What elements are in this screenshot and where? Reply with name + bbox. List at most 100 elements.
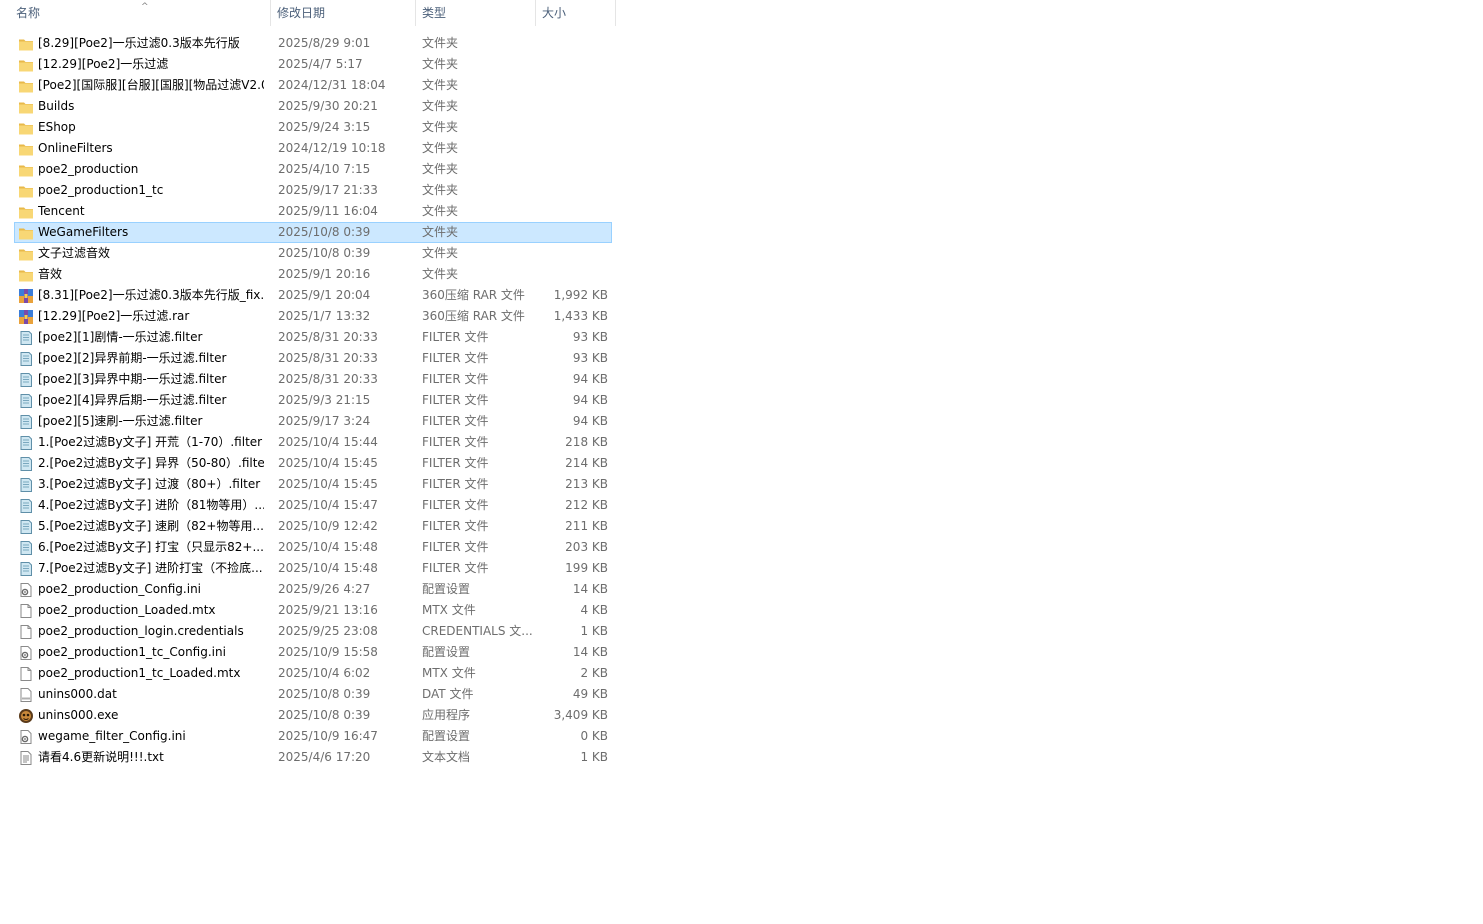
column-header-size-label: 大小 bbox=[542, 6, 567, 20]
file-row[interactable]: poe2_production_Loaded.mtx 2025/9/21 13:1… bbox=[14, 600, 612, 621]
file-type: 文件夹 bbox=[422, 246, 459, 260]
file-date-modified: 2025/8/31 20:33 bbox=[278, 351, 378, 365]
file-row[interactable]: poe2_production_Config.ini 2025/9/26 4:27… bbox=[14, 579, 612, 600]
folder-icon bbox=[18, 246, 34, 262]
file-row[interactable]: unins000.dat 2025/10/8 0:39 DAT 文件 49 KB bbox=[14, 684, 612, 705]
file-row[interactable]: Builds 2025/9/30 20:21 文件夹 bbox=[14, 96, 612, 117]
file-explorer-list-view: 名称 ^ 修改日期 类型 大小 [8.29][Poe2]一乐过滤0.3版本先行版… bbox=[0, 0, 1483, 924]
file-size bbox=[535, 265, 608, 284]
file-date-modified: 2025/10/4 15:44 bbox=[278, 435, 378, 449]
filter-file-icon bbox=[18, 477, 34, 493]
rar-archive-icon bbox=[18, 309, 34, 325]
file-row[interactable]: [poe2][2]异界前期-一乐过滤.filter 2025/8/31 20:33… bbox=[14, 348, 612, 369]
file-row[interactable]: [poe2][1]剧情-一乐过滤.filter 2025/8/31 20:33 FI… bbox=[14, 327, 612, 348]
file-row[interactable]: poe2_production_login.credentials 2025/9/… bbox=[14, 621, 612, 642]
file-row[interactable]: 5.[Poe2过滤By文子] 速刷（82+物等用... 2025/10/9 12:… bbox=[14, 516, 612, 537]
file-type: DAT 文件 bbox=[422, 687, 474, 701]
file-row[interactable]: 1.[Poe2过滤By文子] 开荒（1-70）.filter 2025/10/4 … bbox=[14, 432, 612, 453]
file-name: poe2_production_login.credentials bbox=[38, 624, 244, 638]
file-date-modified: 2025/10/4 6:02 bbox=[278, 666, 371, 680]
filter-file-icon bbox=[18, 519, 34, 535]
file-row[interactable]: [poe2][5]速刷-一乐过滤.filter 2025/9/17 3:24 FIL… bbox=[14, 411, 612, 432]
file-type: FILTER 文件 bbox=[422, 561, 489, 575]
file-row[interactable]: poe2_production 2025/4/10 7:15 文件夹 bbox=[14, 159, 612, 180]
column-header-type-label: 类型 bbox=[422, 6, 447, 20]
file-row[interactable]: [12.29][Poe2]一乐过滤 2025/4/7 5:17 文件夹 bbox=[14, 54, 612, 75]
file-row[interactable]: [8.29][Poe2]一乐过滤0.3版本先行版 2025/8/29 9:01 文件… bbox=[14, 33, 612, 54]
file-name: [8.29][Poe2]一乐过滤0.3版本先行版 bbox=[38, 36, 240, 50]
filter-file-icon bbox=[18, 561, 34, 577]
file-type: 配置设置 bbox=[422, 645, 471, 659]
filter-file-icon bbox=[18, 435, 34, 451]
file-size: 1,433 KB bbox=[553, 309, 608, 323]
file-row[interactable]: OnlineFilters 2024/12/19 10:18 文件夹 bbox=[14, 138, 612, 159]
file-row[interactable]: poe2_production1_tc_Loaded.mtx 2025/10/4 … bbox=[14, 663, 612, 684]
file-name: 5.[Poe2过滤By文子] 速刷（82+物等用... bbox=[38, 519, 264, 533]
file-type: 配置设置 bbox=[422, 582, 471, 596]
file-size: 0 KB bbox=[580, 729, 608, 743]
file-name: poe2_production1_tc_Loaded.mtx bbox=[38, 666, 241, 680]
file-row[interactable]: 请看4.6更新说明!!!.txt 2025/4/6 17:20 文本文档 1 KB bbox=[14, 747, 612, 768]
file-row[interactable]: 6.[Poe2过滤By文子] 打宝（只显示82+... 2025/10/4 15:… bbox=[14, 537, 612, 558]
file-type: MTX 文件 bbox=[422, 603, 476, 617]
column-header-date[interactable]: 修改日期 bbox=[271, 0, 416, 26]
file-row[interactable]: 音效 2025/9/1 20:16 文件夹 bbox=[14, 264, 612, 285]
file-name: 6.[Poe2过滤By文子] 打宝（只显示82+... bbox=[38, 540, 264, 554]
file-row[interactable]: WeGameFilters 2025/10/8 0:39 文件夹 bbox=[14, 222, 612, 243]
file-row[interactable]: unins000.exe 2025/10/8 0:39 应用程序 3,409 KB bbox=[14, 705, 612, 726]
folder-icon bbox=[18, 36, 34, 52]
file-size bbox=[535, 97, 608, 116]
blank-file-icon bbox=[18, 666, 34, 682]
file-date-modified: 2025/10/4 15:47 bbox=[278, 498, 378, 512]
file-name: unins000.exe bbox=[38, 708, 119, 722]
filter-file-icon bbox=[18, 456, 34, 472]
file-row[interactable]: 文子过滤音效 2025/10/8 0:39 文件夹 bbox=[14, 243, 612, 264]
file-type: 文件夹 bbox=[422, 99, 459, 113]
blank-file-icon bbox=[18, 624, 34, 640]
file-date-modified: 2025/9/24 3:15 bbox=[278, 120, 371, 134]
file-type: FILTER 文件 bbox=[422, 351, 489, 365]
file-row[interactable]: 7.[Poe2过滤By文子] 进阶打宝（不捡底... 2025/10/4 15:4… bbox=[14, 558, 612, 579]
file-size bbox=[535, 118, 608, 137]
file-type: FILTER 文件 bbox=[422, 540, 489, 554]
file-size bbox=[535, 181, 608, 200]
file-row[interactable]: poe2_production1_tc 2025/9/17 21:33 文件夹 bbox=[14, 180, 612, 201]
file-size bbox=[535, 202, 608, 221]
file-size bbox=[535, 34, 608, 53]
file-row[interactable]: EShop 2025/9/24 3:15 文件夹 bbox=[14, 117, 612, 138]
file-row[interactable]: [poe2][4]异界后期-一乐过滤.filter 2025/9/3 21:15 F… bbox=[14, 390, 612, 411]
filter-file-icon bbox=[18, 330, 34, 346]
file-size bbox=[535, 139, 608, 158]
file-type: 文本文档 bbox=[422, 750, 471, 764]
file-name: EShop bbox=[38, 120, 76, 134]
file-row[interactable]: 2.[Poe2过滤By文子] 异界（50-80）.filter 2025/10/4… bbox=[14, 453, 612, 474]
file-row[interactable]: [Poe2][国际服][台服][国服][物品过滤V2.0] 2024/12/31 … bbox=[14, 75, 612, 96]
file-name: 音效 bbox=[38, 267, 63, 281]
file-date-modified: 2025/10/8 0:39 bbox=[278, 708, 371, 722]
folder-icon bbox=[18, 183, 34, 199]
file-row[interactable]: 3.[Poe2过滤By文子] 过渡（80+）.filter 2025/10/4 1… bbox=[14, 474, 612, 495]
file-row[interactable]: poe2_production1_tc_Config.ini 2025/10/9 … bbox=[14, 642, 612, 663]
file-row[interactable]: Tencent 2025/9/11 16:04 文件夹 bbox=[14, 201, 612, 222]
file-type: FILTER 文件 bbox=[422, 456, 489, 470]
file-row[interactable]: [8.31][Poe2]一乐过滤0.3版本先行版_fix... 2025/9/1 … bbox=[14, 285, 612, 306]
file-size: 94 KB bbox=[572, 372, 608, 386]
file-date-modified: 2025/4/6 17:20 bbox=[278, 750, 371, 764]
column-header-size[interactable]: 大小 bbox=[536, 0, 616, 26]
file-size: 1 KB bbox=[580, 750, 608, 764]
filter-file-icon bbox=[18, 414, 34, 430]
file-row[interactable]: wegame_filter_Config.ini 2025/10/9 16:47 配… bbox=[14, 726, 612, 747]
file-size: 1,992 KB bbox=[553, 288, 608, 302]
file-date-modified: 2025/9/25 23:08 bbox=[278, 624, 378, 638]
file-type: 文件夹 bbox=[422, 267, 459, 281]
file-row[interactable]: [12.29][Poe2]一乐过滤.rar 2025/1/7 13:32 360压缩… bbox=[14, 306, 612, 327]
config-file-icon bbox=[18, 729, 34, 745]
column-header-name[interactable]: 名称 ^ bbox=[10, 0, 271, 26]
file-size: 49 KB bbox=[572, 687, 608, 701]
file-size: 4 KB bbox=[580, 603, 608, 617]
file-type: 文件夹 bbox=[422, 36, 459, 50]
file-row[interactable]: 4.[Poe2过滤By文子] 进阶（81物等用）.... 2025/10/4 15… bbox=[14, 495, 612, 516]
config-file-icon bbox=[18, 582, 34, 598]
column-header-type[interactable]: 类型 bbox=[416, 0, 536, 26]
file-row[interactable]: [poe2][3]异界中期-一乐过滤.filter 2025/8/31 20:33… bbox=[14, 369, 612, 390]
